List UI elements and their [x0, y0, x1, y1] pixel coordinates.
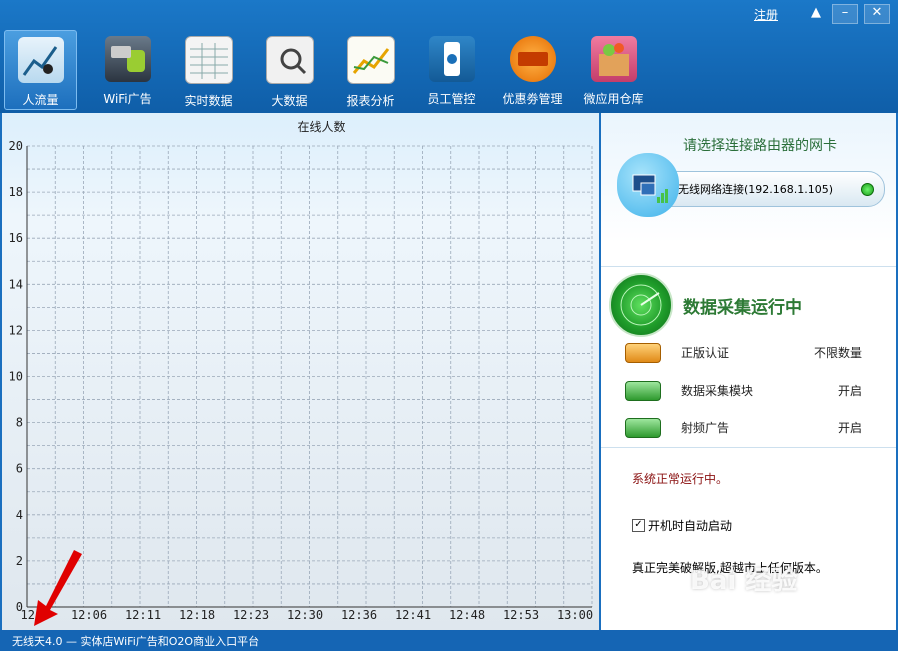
network-adapter-select[interactable]: 无线网络连接(192.168.1.105)	[651, 171, 885, 207]
router-title: 请选择连接路由器的网卡	[683, 138, 837, 154]
certificate-icon	[625, 343, 661, 363]
tool-micro-app-store[interactable]: 微应用仓库	[573, 30, 654, 108]
x-tick-label: 12:18	[179, 608, 215, 622]
line-chart-icon	[17, 37, 64, 83]
x-tick-label: 12:41	[395, 608, 431, 622]
tool-report-analysis[interactable]: 报表分析	[330, 30, 411, 108]
router-selection-box: 请选择连接路由器的网卡 无线网络连接(192.168.1.105)	[601, 113, 896, 243]
baidu-watermark-url: jingyan.baidu.com	[725, 603, 827, 616]
tool-label: WiFi广告	[103, 92, 152, 106]
tool-label: 员工管控	[427, 92, 476, 106]
tool-label: 实时数据	[184, 94, 233, 108]
y-tick-label: 2	[16, 554, 23, 568]
x-tick-label: 12:11	[125, 608, 161, 622]
minimize-icon[interactable]: –	[832, 4, 858, 24]
chart-title: 在线人数	[297, 119, 345, 134]
collection-running-title: 数据采集运行中	[683, 298, 802, 318]
checkbox-checked-icon[interactable]: ✓	[632, 519, 645, 532]
online-count-chart: 在线人数2018161412108642012:0 12:06 12:11 12:18…	[9, 119, 594, 622]
window-controls: 注册 ▲ – ✕	[754, 4, 890, 24]
status-side-panel: 请选择连接路由器的网卡 无线网络连接(192.168.1.105) 数据采集运行…	[601, 113, 896, 630]
magnifier-icon	[265, 36, 314, 84]
online-count-chart-panel: 在线人数 20 18 16 14 12 10 8 6 4 2 0 12:0 12:06 12:11 12:18…	[2, 113, 599, 630]
table-icon	[184, 36, 233, 84]
baidu-watermark: Bai 经验	[690, 566, 798, 596]
status-row-license: 正版认证 不限数量	[601, 341, 896, 363]
y-tick-label: 18	[9, 185, 23, 199]
status-row-label: 射频广告	[681, 421, 730, 435]
status-row-label: 数据采集模块	[681, 384, 754, 398]
network-cloud-icon	[617, 153, 679, 217]
tool-people-flow[interactable]: 人流量	[4, 30, 77, 110]
status-row-value: 开启	[837, 384, 862, 398]
toggle-on-icon[interactable]	[625, 418, 661, 438]
tool-label: 优惠劵管理	[502, 92, 563, 106]
tool-coupon-management[interactable]: 优惠劵管理	[492, 30, 573, 108]
x-tick-label: 12:36	[341, 608, 377, 622]
autostart-checkbox[interactable]: ✓ 开机时自动启动	[632, 517, 732, 534]
product-tagline: 无线天4.0 — 实体店WiFi广告和O2O商业入口平台	[12, 635, 260, 648]
tool-big-data[interactable]: 大数据	[249, 30, 330, 108]
y-tick-label: 14	[9, 277, 23, 291]
x-tick-label: 12:53	[503, 608, 539, 622]
status-row-collection-module: 数据采集模块 开启	[601, 379, 896, 401]
android-icon	[104, 36, 151, 82]
network-adapter-label: 无线网络连接(192.168.1.105)	[678, 183, 834, 196]
status-row-value: 开启	[837, 421, 862, 435]
system-status-text: 系统正常运行中。	[632, 472, 729, 486]
connected-indicator-icon	[861, 183, 874, 196]
title-bar: 注册 ▲ – ✕ 人流量 WiFi广告 实时数据 大数据 报表分析 员工管控 优…	[0, 0, 898, 113]
tool-wifi-ads[interactable]: WiFi广告	[87, 30, 168, 108]
tool-label: 大数据	[271, 94, 308, 108]
y-tick-label: 8	[16, 416, 23, 430]
status-row-rf-ads: 射频广告 开启	[601, 416, 896, 438]
y-tick-label: 12	[9, 323, 23, 337]
y-tick-label: 16	[9, 231, 23, 245]
coupon-icon	[509, 36, 556, 82]
close-icon[interactable]: ✕	[864, 4, 890, 24]
x-tick-label: 13:00	[557, 608, 593, 622]
tool-label: 人流量	[22, 93, 59, 107]
main-toolbar: 人流量 WiFi广告 实时数据 大数据 报表分析 员工管控 优惠劵管理 微应用仓…	[4, 30, 654, 110]
x-tick-label: 12:30	[287, 608, 323, 622]
x-tick-label: 12:23	[233, 608, 269, 622]
collection-status-box: 数据采集运行中 正版认证 不限数量 数据采集模块 开启 射频广告 开启	[601, 266, 896, 448]
status-bar: 无线天4.0 — 实体店WiFi广告和O2O商业入口平台	[0, 630, 898, 651]
phone-icon	[428, 36, 475, 82]
status-row-label: 正版认证	[681, 346, 730, 360]
tool-label: 微应用仓库	[583, 92, 644, 106]
autostart-label: 开机时自动启动	[648, 519, 733, 533]
toggle-on-icon[interactable]	[625, 381, 661, 401]
x-tick-label: 12:48	[449, 608, 485, 622]
status-row-value: 不限数量	[813, 346, 862, 360]
y-tick-label: 20	[9, 139, 23, 153]
register-link[interactable]: 注册	[754, 6, 778, 23]
tool-staff-control[interactable]: 员工管控	[411, 30, 492, 108]
radar-icon	[609, 273, 673, 337]
report-icon	[346, 36, 395, 84]
y-tick-label: 10	[9, 370, 23, 384]
y-tick-label: 6	[16, 462, 23, 476]
tshirt-icon[interactable]: ▲	[806, 5, 826, 23]
y-tick-label: 4	[16, 508, 23, 522]
gift-icon	[590, 36, 637, 82]
red-arrow-annotation	[34, 550, 82, 626]
tool-realtime-data[interactable]: 实时数据	[168, 30, 249, 108]
tool-label: 报表分析	[346, 94, 395, 108]
